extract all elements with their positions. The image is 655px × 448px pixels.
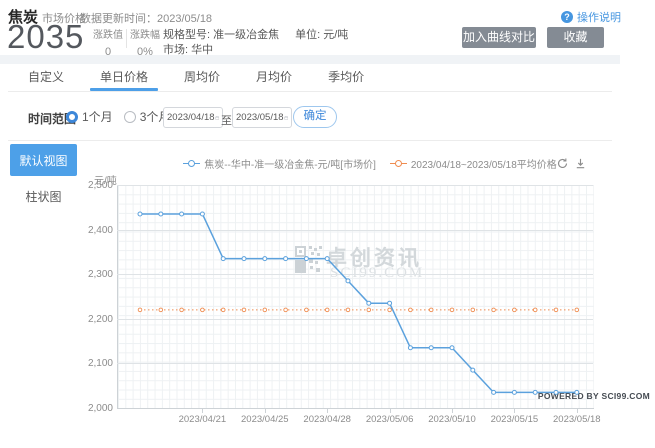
radio-1m[interactable]: 1个月 (66, 108, 113, 125)
x-axis-tick-label: 2023/04/25 (233, 414, 297, 425)
start-date-input[interactable]: 2023/04/18 (163, 107, 223, 128)
y-axis-tick-label: 2,000 (61, 403, 113, 414)
end-date-value: 2023/05/18 (236, 112, 284, 123)
chart-series (117, 185, 593, 408)
sidebar-item-default-view[interactable]: 默认视图 (10, 144, 77, 176)
x-axis-tick-label: 2023/04/28 (295, 414, 359, 425)
refresh-icon[interactable] (556, 157, 569, 170)
spec-label: 规格型号: 准一级冶金焦 (163, 29, 279, 41)
change-value-block: 涨跌值 0 (92, 26, 124, 58)
favorite-button[interactable]: 收藏 (547, 27, 604, 48)
x-axis-tick (265, 409, 266, 413)
divider (8, 140, 612, 141)
price-value: 2035 (7, 18, 84, 56)
x-axis-tick (577, 409, 578, 413)
update-time-label: 数据更新时间： (80, 13, 157, 25)
tab-weekly[interactable]: 周均价 (166, 64, 238, 91)
x-axis-tick-label: 2023/05/18 (545, 414, 609, 425)
section-divider-band (0, 55, 620, 64)
x-axis-tick-label: 2023/05/06 (358, 414, 422, 425)
spec-row: 规格型号: 准一级冶金焦 单位: 元/吨 (163, 26, 348, 42)
add-to-compare-button[interactable]: 加入曲线对比 (462, 27, 536, 48)
app: 焦炭 市场价格 数据更新时间：2023/05/18 2035 涨跌值 0 涨跌幅… (0, 0, 655, 448)
y-axis-tick-label: 2,500 (61, 180, 113, 191)
x-axis-tick (327, 409, 328, 413)
x-axis-tick-label: 2023/04/21 (170, 414, 234, 425)
help-label: 操作说明 (577, 9, 621, 25)
update-time-value: 2023/05/18 (157, 13, 212, 25)
help-link[interactable]: ? 操作说明 (561, 9, 621, 25)
question-icon: ? (561, 11, 573, 23)
x-axis-tick (514, 409, 515, 413)
legend-label: 焦炭--华中-准一级冶金焦-元/吨[市场价] (204, 156, 376, 171)
change-pct-label: 涨跌幅 (129, 26, 161, 41)
legend-item-average[interactable]: 2023/04/18~2023/05/18平均价格 (390, 156, 557, 171)
change-pct-block: 涨跌幅 0% (129, 26, 161, 58)
to-label: 至 (221, 112, 232, 128)
legend-marker-icon (390, 159, 407, 167)
x-axis-tick-label: 2023/05/15 (482, 414, 546, 425)
tab-quarterly[interactable]: 季均价 (310, 64, 382, 91)
tab-monthly[interactable]: 月均价 (238, 64, 310, 91)
unit-label: 单位: 元/吨 (295, 29, 348, 41)
y-axis-tick-label: 2,100 (61, 358, 113, 369)
y-axis-tick-label: 2,300 (61, 269, 113, 280)
x-axis-tick-label: 2023/05/10 (420, 414, 484, 425)
y-axis-tick-label: 2,400 (61, 225, 113, 236)
tab-daily[interactable]: 单日价格 (82, 64, 166, 91)
legend-label: 2023/04/18~2023/05/18平均价格 (411, 156, 557, 171)
update-time: 数据更新时间：2023/05/18 (80, 10, 212, 26)
radio-selected-icon (66, 111, 78, 123)
legend-item-series[interactable]: 焦炭--华中-准一级冶金焦-元/吨[市场价] (183, 156, 376, 171)
calendar-icon (215, 113, 219, 123)
divider (126, 29, 127, 48)
calendar-icon (284, 113, 288, 123)
tab-bar: 自定义单日价格周均价月均价季均价 (10, 64, 382, 91)
legend-marker-icon (183, 159, 200, 167)
x-axis-tick (390, 409, 391, 413)
x-axis-tick (452, 409, 453, 413)
change-value-label: 涨跌值 (92, 26, 124, 41)
radio-icon (124, 111, 136, 123)
divider (8, 91, 612, 92)
download-icon[interactable] (574, 157, 587, 170)
y-axis-tick-label: 2,200 (61, 314, 113, 325)
radio-label: 1个月 (82, 108, 113, 125)
end-date-input[interactable]: 2023/05/18 (232, 107, 292, 128)
x-axis-tick (202, 409, 203, 413)
start-date-value: 2023/04/18 (167, 112, 215, 123)
tab-custom[interactable]: 自定义 (10, 64, 82, 91)
confirm-button[interactable]: 确定 (293, 106, 337, 128)
